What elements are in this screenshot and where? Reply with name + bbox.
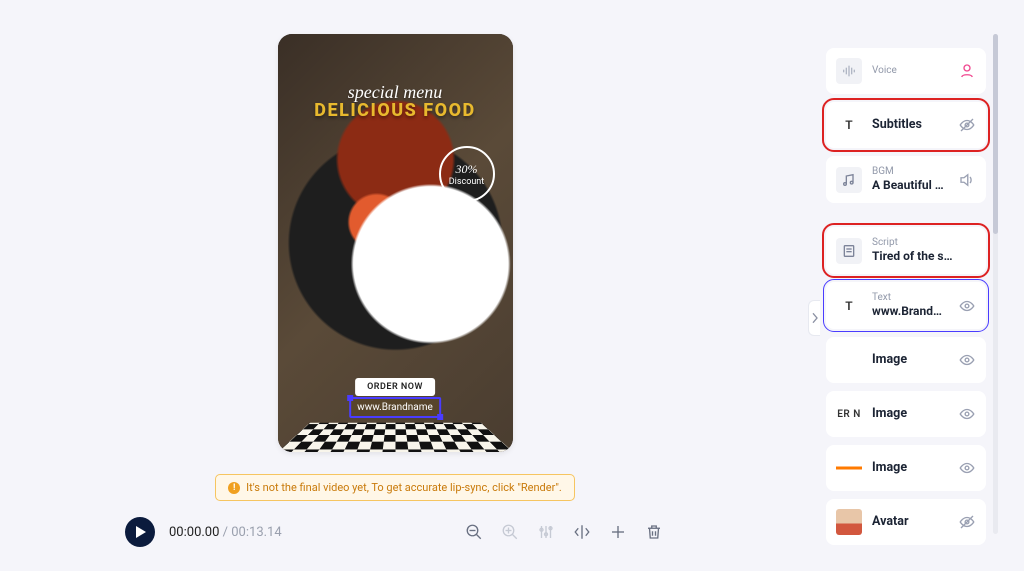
- time-display: 00:00.00 / 00:13.14: [169, 525, 282, 540]
- player-controls: 00:00.00 / 00:13.14: [115, 501, 675, 571]
- chevron-right-icon: [811, 311, 819, 325]
- discount-label: Discount: [449, 177, 484, 187]
- add-button[interactable]: [607, 521, 629, 543]
- zoom-in-button[interactable]: [499, 521, 521, 543]
- layer-image-2[interactable]: ER N Image: [826, 391, 986, 437]
- script-icon: [836, 238, 862, 264]
- image-thumbnail: [836, 455, 862, 481]
- layer-text-label: Text: [872, 292, 948, 304]
- video-canvas[interactable]: special menu DELICIOUS FOOD 30% Discount…: [278, 34, 513, 452]
- discount-badge[interactable]: 30% Discount: [439, 146, 495, 202]
- layer-voice-label: Voice: [872, 65, 948, 77]
- visibility-visible-icon[interactable]: [958, 405, 976, 423]
- visibility-hidden-icon[interactable]: [958, 513, 976, 531]
- play-icon: [135, 525, 147, 539]
- layer-subtitles[interactable]: T Subtitles: [826, 102, 986, 148]
- trash-icon: [645, 523, 663, 541]
- visibility-visible-icon[interactable]: [958, 351, 976, 369]
- text-icon: T: [836, 112, 862, 138]
- image-thumbnail: ER N: [836, 401, 862, 427]
- visibility-hidden-icon[interactable]: [958, 116, 976, 134]
- delete-button[interactable]: [643, 521, 665, 543]
- play-button[interactable]: [125, 517, 155, 547]
- zoom-out-button[interactable]: [463, 521, 485, 543]
- layer-script-value: Tired of the s…: [872, 249, 976, 264]
- plus-icon: [609, 523, 627, 541]
- layer-avatar[interactable]: Avatar: [826, 499, 986, 545]
- editor-main: special menu DELICIOUS FOOD 30% Discount…: [0, 0, 790, 571]
- layer-bgm[interactable]: BGM A Beautiful Sky: [826, 156, 986, 203]
- layer-image-1[interactable]: Image: [826, 337, 986, 383]
- canvas-area: special menu DELICIOUS FOOD 30% Discount…: [278, 0, 513, 466]
- text-icon: T: [836, 293, 862, 319]
- time-duration: 00:13.14: [231, 525, 281, 540]
- overlay-headline[interactable]: DELICIOUS FOOD: [278, 100, 513, 121]
- warning-text: It's not the final video yet, To get acc…: [246, 481, 562, 494]
- avatar-thumbnail: [836, 509, 862, 535]
- audio-levels-button[interactable]: [535, 521, 557, 543]
- music-icon: [836, 167, 862, 193]
- layer-bgm-label: BGM: [872, 166, 948, 178]
- layer-avatar-title: Avatar: [872, 514, 948, 530]
- voice-wave-icon: [836, 58, 862, 84]
- layer-image2-title: Image: [872, 406, 948, 422]
- layer-image3-title: Image: [872, 460, 948, 476]
- visibility-visible-icon[interactable]: [958, 459, 976, 477]
- layer-script[interactable]: Script Tired of the s…: [826, 227, 986, 274]
- layer-bgm-value: A Beautiful Sky: [872, 178, 948, 193]
- zoom-in-icon: [501, 523, 519, 541]
- split-icon: [573, 523, 591, 541]
- layer-text-value: www.Brandna…: [872, 304, 948, 319]
- layer-text[interactable]: T Text www.Brandna…: [826, 282, 986, 329]
- layer-script-label: Script: [872, 237, 976, 249]
- selected-text-element[interactable]: www.Brandname: [349, 397, 441, 418]
- time-current: 00:00.00: [169, 525, 219, 540]
- layer-image-3[interactable]: Image: [826, 445, 986, 491]
- layer-subtitles-title: Subtitles: [872, 117, 948, 133]
- sliders-icon: [537, 523, 555, 541]
- split-button[interactable]: [571, 521, 593, 543]
- canvas-floor-pattern: [278, 423, 513, 452]
- discount-percent: 30%: [456, 162, 478, 177]
- layer-image1-title: Image: [872, 352, 948, 368]
- volume-icon[interactable]: [958, 171, 976, 189]
- layer-voice[interactable]: Voice: [826, 48, 986, 94]
- image-thumbnail: [836, 347, 862, 373]
- cta-button-overlay[interactable]: ORDER NOW: [355, 378, 435, 396]
- voice-character-icon[interactable]: [958, 62, 976, 80]
- layers-panel: Voice T Subtitles BGM A Beautiful Sky Sc…: [826, 48, 986, 545]
- render-warning: ! It's not the final video yet, To get a…: [215, 474, 575, 501]
- right-panel-scrollbar[interactable]: [993, 34, 998, 534]
- zoom-out-icon: [465, 523, 483, 541]
- warning-icon: !: [228, 482, 240, 494]
- collapse-right-panel[interactable]: [808, 300, 820, 336]
- visibility-visible-icon[interactable]: [958, 297, 976, 315]
